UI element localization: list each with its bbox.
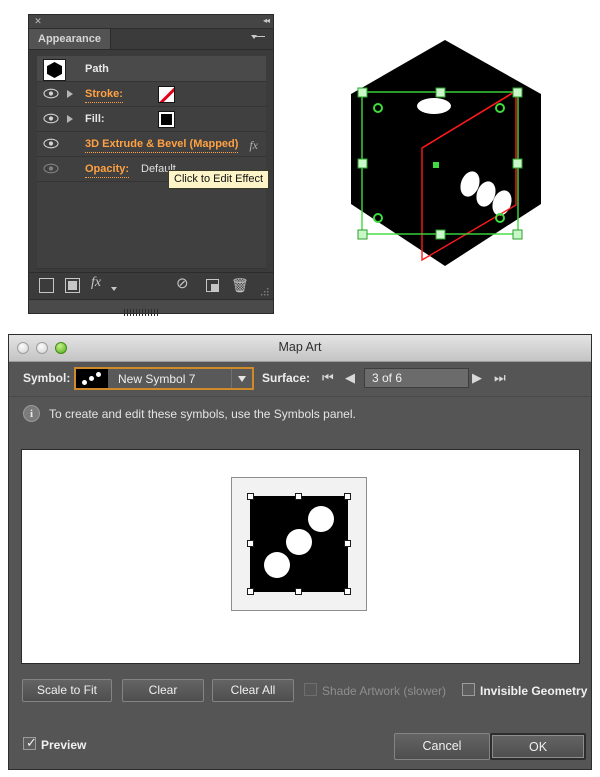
black-square-with-three-white-dots[interactable]: [250, 496, 348, 592]
clear-all-button[interactable]: Clear All: [212, 679, 294, 702]
no-symbol-icon[interactable]: ⊘: [176, 276, 189, 292]
handle-bottom-right[interactable]: [344, 588, 351, 595]
top-face-pip: [417, 98, 451, 114]
appearance-row-stroke[interactable]: Stroke:: [37, 82, 266, 107]
fill-label[interactable]: Fill:: [85, 113, 105, 126]
appearance-panel: ✕ ◂◂ Appearance Path Stroke: Fill: 3D Ex…: [28, 14, 274, 316]
opacity-label[interactable]: Opacity:: [85, 163, 130, 178]
trash-icon[interactable]: 🗑: [231, 277, 249, 293]
center-point-marker: [433, 162, 439, 168]
handle-middle-right[interactable]: [344, 540, 351, 547]
stroke-label[interactable]: Stroke:: [85, 88, 123, 103]
fx-icon[interactable]: fx: [249, 138, 258, 153]
panel-tab-row: Appearance: [29, 29, 273, 50]
handle-top-right[interactable]: [344, 493, 351, 500]
dialog-titlebar[interactable]: Map Art: [9, 335, 591, 362]
last-surface-icon[interactable]: ⏭: [494, 371, 506, 385]
appearance-row-fill[interactable]: Fill:: [37, 107, 266, 132]
effect-label[interactable]: 3D Extrude & Bevel (Mapped): [85, 138, 239, 153]
square-filled-icon[interactable]: [65, 278, 80, 293]
visibility-eye-icon[interactable]: [43, 88, 59, 100]
preview-checkbox[interactable]: ✓: [23, 736, 37, 750]
expand-triangle-icon[interactable]: [67, 90, 73, 98]
tab-appearance[interactable]: Appearance: [29, 29, 111, 49]
panel-status-bar: [29, 299, 273, 316]
preview-label[interactable]: Preview: [41, 738, 86, 752]
dialog-toolbar: Symbol: New Symbol 7 Surface: ⏮ ◀ 3 of 6…: [9, 362, 591, 397]
handle-top-center[interactable]: [295, 493, 302, 500]
duplicate-icon[interactable]: [206, 279, 219, 292]
shade-artwork-label: Shade Artwork (slower): [322, 684, 447, 698]
surface-label: Surface:: [262, 371, 311, 385]
first-surface-icon[interactable]: ⏮: [322, 371, 334, 385]
handle-top-left[interactable]: [247, 493, 254, 500]
symbol-preview-stage[interactable]: [231, 477, 367, 611]
stroke-swatch-none[interactable]: [158, 86, 175, 103]
fill-swatch-black[interactable]: [158, 111, 175, 128]
handle-bottom-left[interactable]: [247, 588, 254, 595]
cancel-button[interactable]: Cancel: [394, 733, 490, 760]
invisible-geometry-checkbox[interactable]: [462, 683, 475, 696]
dialog-action-row: Scale to Fit Clear Clear All Shade Artwo…: [9, 679, 591, 711]
3d-extruded-die-artwork[interactable]: [345, 38, 555, 278]
map-art-dialog: Map Art Symbol: New Symbol 7 Surface: ⏮ …: [8, 334, 592, 770]
path-label: Path: [85, 63, 109, 75]
chevron-down-icon[interactable]: [111, 287, 117, 291]
visibility-eye-icon[interactable]: [43, 163, 59, 175]
symbol-value: New Symbol 7: [118, 371, 196, 386]
next-surface-icon[interactable]: ▶: [472, 371, 482, 385]
dialog-footer-row: ✓ Preview Cancel OK: [9, 729, 591, 760]
map-art-canvas[interactable]: [21, 449, 580, 664]
panel-menu-icon[interactable]: [251, 33, 268, 45]
invisible-geometry-label[interactable]: Invisible Geometry: [480, 684, 587, 698]
visibility-eye-icon[interactable]: [43, 113, 59, 125]
tooltip: Click to Edit Effect: [168, 170, 270, 189]
symbol-label: Symbol:: [23, 371, 71, 385]
fx-dropdown-icon[interactable]: fx: [91, 275, 101, 291]
scale-to-fit-button[interactable]: Scale to Fit: [22, 679, 112, 702]
expand-triangle-icon[interactable]: [67, 115, 73, 123]
info-icon: i: [23, 405, 40, 422]
previous-surface-icon[interactable]: ◀: [345, 371, 355, 385]
visibility-eye-icon[interactable]: [43, 138, 59, 150]
appearance-rows: Path Stroke: Fill: 3D Extrude & Bevel (M…: [37, 56, 266, 269]
dialog-title: Map Art: [278, 340, 322, 354]
resize-grip-icon[interactable]: [261, 288, 270, 297]
clear-button[interactable]: Clear: [122, 679, 204, 702]
appearance-row-3d-effect[interactable]: 3D Extrude & Bevel (Mapped) fx: [37, 132, 266, 157]
appearance-empty-area: [37, 182, 266, 269]
info-row: i To create and edit these symbols, use …: [9, 397, 591, 431]
symbol-dropdown[interactable]: New Symbol 7: [74, 367, 254, 390]
square-outline-icon[interactable]: [39, 278, 54, 293]
appearance-bottom-toolbar: fx ⊘ 🗑: [29, 272, 273, 299]
surface-value[interactable]: 3 of 6: [364, 368, 469, 388]
symbol-dropdown-arrow[interactable]: [231, 369, 252, 388]
collapse-panel-icon[interactable]: ◂◂: [263, 16, 270, 26]
appearance-row-path[interactable]: Path: [37, 56, 266, 82]
handle-bottom-center[interactable]: [295, 588, 302, 595]
black-hexagon-thumbnail: [43, 59, 66, 81]
close-icon[interactable]: ✕: [33, 16, 43, 26]
ok-button[interactable]: OK: [490, 733, 586, 760]
panel-titlebar[interactable]: ✕ ◂◂: [29, 15, 273, 29]
die-symbol-thumbnail: [76, 369, 108, 388]
info-text: To create and edit these symbols, use th…: [49, 407, 356, 421]
panel-drag-grip[interactable]: [124, 303, 178, 316]
handle-middle-left[interactable]: [247, 540, 254, 547]
shade-artwork-checkbox: [304, 683, 317, 696]
